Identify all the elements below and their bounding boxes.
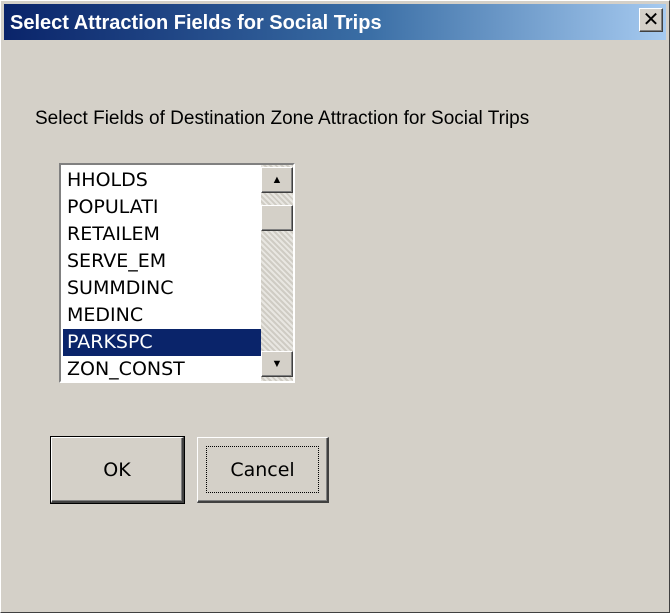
cancel-button-label: Cancel (230, 458, 295, 481)
cancel-button[interactable]: Cancel (197, 437, 329, 503)
scrollbar-thumb[interactable] (261, 205, 293, 231)
ok-button[interactable]: OK (50, 436, 185, 504)
list-item-medinc[interactable]: MEDINC (63, 302, 261, 329)
instruction-label: Select Fields of Destination Zone Attrac… (35, 108, 530, 129)
list-item-populati[interactable]: POPULATI (63, 194, 261, 221)
list-item-retailem[interactable]: RETAILEM (63, 221, 261, 248)
vertical-scrollbar[interactable]: ▲ ▼ (261, 165, 293, 381)
list-item-hholds[interactable]: HHOLDS (63, 167, 261, 194)
scroll-down-button[interactable]: ▼ (261, 351, 293, 377)
close-button[interactable]: ✕ (639, 8, 663, 32)
close-icon: ✕ (642, 9, 660, 31)
list-item-summdinc[interactable]: SUMMDINC (63, 275, 261, 302)
scroll-up-button[interactable]: ▲ (261, 167, 293, 193)
fields-listbox[interactable]: HHOLDS POPULATI RETAILEM SERVE_EM SUMMDI… (59, 163, 295, 383)
title-bar[interactable]: Select Attraction Fields for Social Trip… (4, 4, 666, 40)
ok-button-label: OK (103, 458, 131, 481)
fields-list-items: HHOLDS POPULATI RETAILEM SERVE_EM SUMMDI… (63, 167, 261, 381)
arrow-up-icon: ▲ (271, 174, 283, 186)
arrow-down-icon: ▼ (271, 358, 283, 370)
list-item-parkspc[interactable]: PARKSPC (63, 329, 261, 356)
list-item-zon-const[interactable]: ZON_CONST (63, 356, 261, 381)
list-item-serve-em[interactable]: SERVE_EM (63, 248, 261, 275)
dialog-window: Select Attraction Fields for Social Trip… (0, 0, 670, 613)
window-title: Select Attraction Fields for Social Trip… (10, 12, 382, 34)
